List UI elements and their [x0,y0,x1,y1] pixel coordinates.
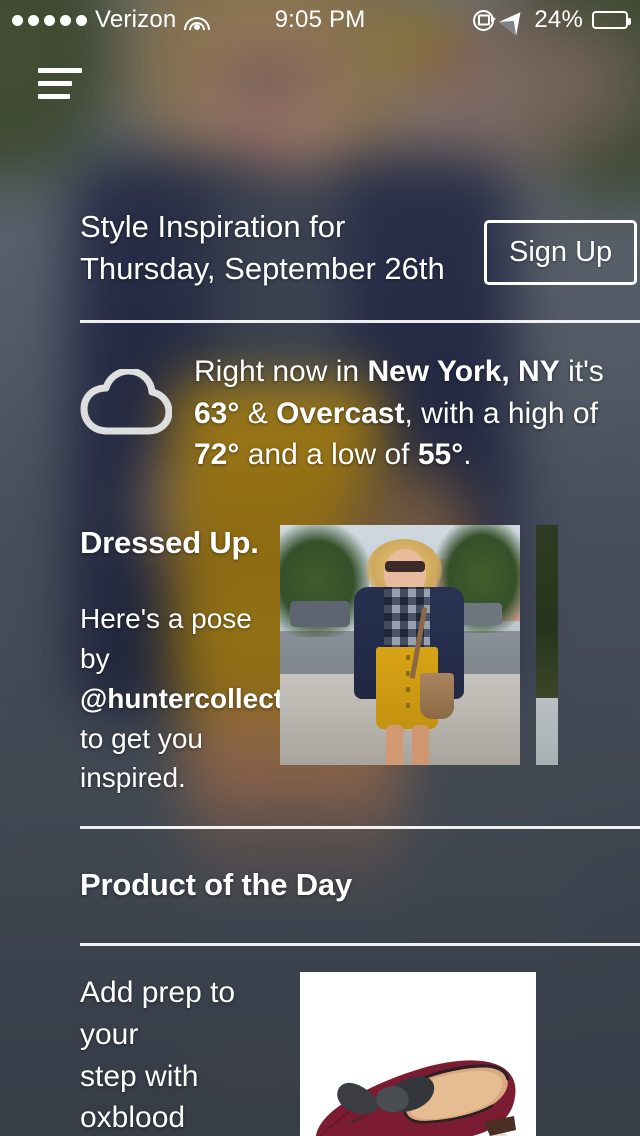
hero-divider [80,320,640,324]
dressed-up-divider [80,826,640,830]
hero-title-line-2: Thursday, September 26th [80,251,445,287]
hero-section: Style Inspiration for Thursday, Septembe… [0,40,640,290]
weather-mid1: it's [559,355,604,389]
weather-prefix: Right now in [194,355,368,389]
dressed-up-section: Dressed Up. Here's a pose by @huntercoll… [0,503,640,798]
hamburger-menu-icon[interactable] [34,64,86,104]
weather-condition: Overcast [276,396,405,430]
weather-section: Right now in New York, NY it's 63° & Ove… [0,323,640,503]
rotation-lock-icon [473,9,497,31]
battery-icon [592,11,631,29]
weather-low-temp: 55° [417,438,464,472]
dressed-up-body: Here's a pose by @huntercollector to get… [80,599,311,798]
pose-photo-2[interactable] [536,525,558,766]
sign-up-button[interactable]: Sign Up [484,220,638,285]
hero-title-line-1: Style Inspiration for [80,209,346,244]
carrier-label: Verizon [95,6,177,33]
dressed-up-heading: Dressed Up. [80,525,259,561]
weather-current-temp: 63° [194,396,240,430]
instagram-handle[interactable]: @huntercollector [80,683,311,714]
product-description-line-1: Add prep to your [80,976,236,1051]
weather-suffix: . [463,438,472,472]
weather-mid4: and a low of [239,438,418,472]
product-description-line-2: step with oxblood [80,1059,199,1135]
pose-photo-carousel[interactable] [280,525,558,798]
product-description: Add prep to your step with oxblood Marai… [80,972,300,1136]
pose-photo-1[interactable] [280,525,520,766]
dressed-up-body-prefix: Here's a pose by [80,603,252,675]
signal-strength-dots [12,14,87,26]
location-arrow-icon [499,4,530,36]
product-of-the-day-heading: Product of the Day [80,867,352,903]
page-title: Style Inspiration for Thursday, Septembe… [80,206,480,290]
cloud-icon [80,369,172,435]
dressed-up-body-suffix: to get you inspired. [80,722,203,794]
weather-location: New York, NY [367,355,560,389]
weather-mid3: , with a high of [404,396,598,430]
wifi-icon [184,11,211,30]
weather-high-temp: 72° [194,438,240,472]
battery-percent-label: 24% [534,6,583,33]
weather-summary: Right now in New York, NY it's 63° & Ove… [194,351,622,475]
product-image[interactable] [300,972,536,1136]
status-bar-clock: 9:05 PM [274,6,366,33]
product-of-the-day-section: Add prep to your step with oxblood Marai… [0,946,640,1136]
status-bar: Verizon 9:05 PM 24% [0,0,640,40]
oxblood-flat-shoe-illustration [316,1060,516,1136]
weather-mid2: & [239,396,277,430]
product-divider [80,943,640,947]
